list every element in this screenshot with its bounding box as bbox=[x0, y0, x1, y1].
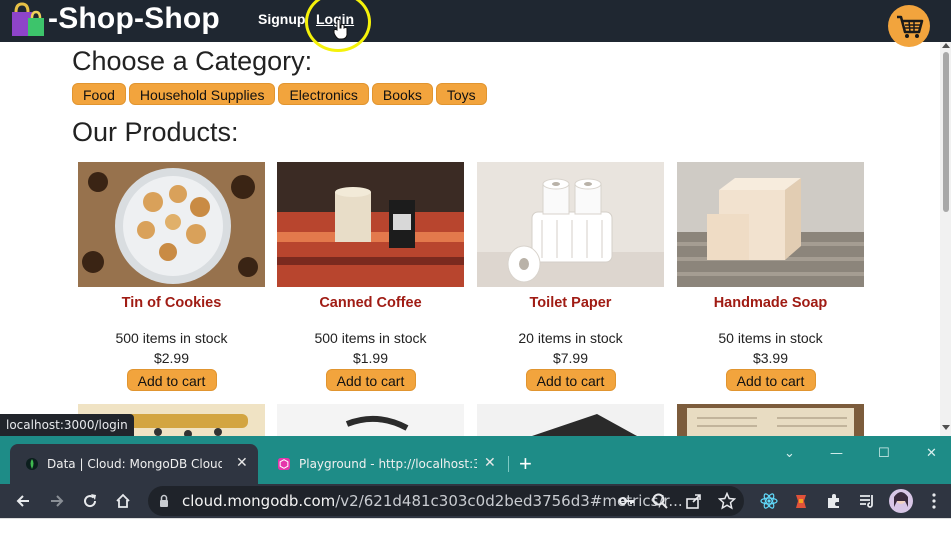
key-icon[interactable] bbox=[618, 492, 636, 510]
product-stock: 20 items in stock bbox=[518, 330, 623, 346]
product-price: $1.99 bbox=[352, 350, 389, 366]
add-to-cart-button[interactable]: Add to cart bbox=[725, 369, 816, 391]
product-stock: 50 items in stock bbox=[718, 330, 823, 346]
category-heading: Choose a Category: bbox=[72, 46, 313, 76]
product-image-partial[interactable] bbox=[277, 404, 464, 436]
new-tab-button[interactable]: + bbox=[519, 451, 532, 477]
page-scroll-thumb[interactable] bbox=[943, 52, 949, 212]
product-image-soap[interactable] bbox=[677, 162, 864, 287]
signup-link[interactable]: Signup bbox=[258, 11, 305, 27]
category-button-electronics[interactable]: Electronics bbox=[278, 83, 369, 105]
shop-header: -Shop-Shop Signup Login bbox=[0, 0, 951, 47]
media-queue-icon[interactable] bbox=[858, 492, 876, 510]
add-to-cart-button[interactable]: Add to cart bbox=[525, 369, 616, 391]
category-button-books[interactable]: Books bbox=[371, 83, 433, 105]
product-name: Canned Coffee bbox=[319, 295, 422, 311]
mongodb-leaf-icon bbox=[26, 458, 38, 470]
product-image-cookies[interactable] bbox=[78, 162, 265, 287]
share-icon[interactable] bbox=[685, 492, 703, 510]
category-button-toys[interactable]: Toys bbox=[435, 83, 487, 105]
tab-separator bbox=[508, 456, 509, 472]
product-price: $2.99 bbox=[153, 350, 190, 366]
product-image-partial[interactable] bbox=[677, 404, 864, 436]
add-to-cart-button[interactable]: Add to cart bbox=[126, 369, 217, 391]
close-window-button[interactable]: ✕ bbox=[926, 446, 937, 461]
login-link[interactable]: Login bbox=[316, 11, 354, 27]
product-card: Toilet Paper 20 items in stock $7.99 Add… bbox=[477, 162, 664, 391]
profile-avatar-icon[interactable] bbox=[889, 489, 913, 513]
page-edge-strip bbox=[0, 518, 951, 536]
scroll-up-icon[interactable] bbox=[942, 43, 950, 48]
browser-tab-bar: Data | Cloud: MongoDB Cloud ✕ Playground… bbox=[0, 436, 951, 484]
product-name: Tin of Cookies bbox=[121, 295, 222, 311]
product-card: Handmade Soap 50 items in stock $3.99 Ad… bbox=[677, 162, 864, 391]
tab-playground[interactable]: Playground - http://localhost:30 ✕ bbox=[262, 444, 504, 484]
lock-icon[interactable] bbox=[157, 494, 171, 508]
product-name: Handmade Soap bbox=[713, 295, 828, 311]
tab-title: Playground - http://localhost:30 bbox=[299, 457, 477, 471]
url-host: cloud.mongodb.com bbox=[182, 492, 336, 510]
product-price: $3.99 bbox=[752, 350, 789, 366]
forward-arrow-icon[interactable] bbox=[48, 492, 66, 510]
url-text: cloud.mongodb.com/v2/621d481c303c0d2bed3… bbox=[182, 492, 683, 510]
shopping-bag-logo-icon[interactable] bbox=[8, 2, 48, 38]
reload-icon[interactable] bbox=[81, 492, 99, 510]
brand-title[interactable]: -Shop-Shop bbox=[48, 0, 220, 40]
maximize-button[interactable]: ☐ bbox=[878, 446, 890, 461]
product-stock: 500 items in stock bbox=[115, 330, 228, 346]
zoom-icon[interactable] bbox=[651, 492, 669, 510]
back-arrow-icon[interactable] bbox=[14, 492, 32, 510]
product-card: Canned Coffee 500 items in stock $1.99 A… bbox=[277, 162, 464, 391]
extension-icon[interactable] bbox=[792, 492, 810, 510]
category-button-household-supplies[interactable]: Household Supplies bbox=[128, 83, 276, 105]
graphql-icon bbox=[278, 458, 290, 470]
close-icon[interactable]: ✕ bbox=[236, 455, 248, 471]
product-card: Tin of Cookies 500 items in stock $2.99 … bbox=[78, 162, 265, 391]
shopping-cart-icon bbox=[897, 15, 924, 38]
add-to-cart-button[interactable]: Add to cart bbox=[325, 369, 416, 391]
cart-button[interactable] bbox=[888, 5, 930, 47]
home-icon[interactable] bbox=[114, 492, 132, 510]
react-devtools-icon[interactable] bbox=[760, 492, 778, 510]
product-image-toilet-paper[interactable] bbox=[477, 162, 664, 287]
more-options-icon[interactable] bbox=[925, 492, 943, 510]
category-list: Food Household Supplies Electronics Book… bbox=[72, 83, 487, 105]
scroll-down-icon[interactable] bbox=[942, 425, 950, 430]
puzzle-extensions-icon[interactable] bbox=[825, 492, 843, 510]
product-price: $7.99 bbox=[552, 350, 589, 366]
link-status-bubble: localhost:3000/login bbox=[0, 414, 134, 436]
bookmark-star-icon[interactable] bbox=[718, 492, 736, 510]
minimize-button[interactable]: — bbox=[830, 446, 843, 461]
product-image-partial[interactable] bbox=[477, 404, 664, 436]
tab-mongodb-cloud[interactable]: Data | Cloud: MongoDB Cloud ✕ bbox=[10, 444, 258, 484]
tab-title: Data | Cloud: MongoDB Cloud bbox=[47, 457, 222, 471]
tab-search-icon[interactable]: ⌄ bbox=[784, 446, 795, 461]
product-stock: 500 items in stock bbox=[314, 330, 427, 346]
products-heading: Our Products: bbox=[72, 117, 239, 147]
product-name: Toilet Paper bbox=[529, 295, 612, 311]
product-image-coffee[interactable] bbox=[277, 162, 464, 287]
close-icon[interactable]: ✕ bbox=[484, 455, 496, 471]
category-button-food[interactable]: Food bbox=[72, 83, 126, 105]
